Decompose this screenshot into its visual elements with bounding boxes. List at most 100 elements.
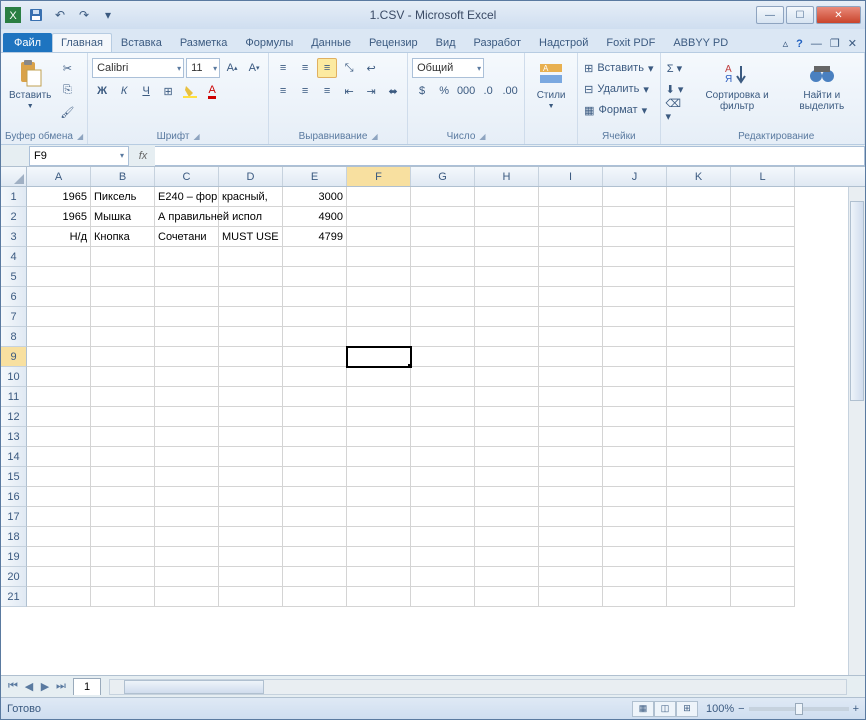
cell[interactable]	[27, 427, 91, 447]
cell[interactable]	[219, 567, 283, 587]
cell[interactable]	[731, 267, 795, 287]
cell[interactable]	[219, 267, 283, 287]
cell[interactable]	[667, 547, 731, 567]
cell[interactable]	[475, 467, 539, 487]
cell[interactable]	[155, 547, 219, 567]
cell[interactable]	[475, 407, 539, 427]
cell[interactable]	[27, 527, 91, 547]
cell[interactable]	[283, 347, 347, 367]
cell[interactable]	[411, 187, 475, 207]
tab-home[interactable]: Главная	[52, 33, 112, 52]
merge-button[interactable]: ⬌	[383, 81, 403, 101]
minimize-ribbon-button[interactable]: ▵	[781, 35, 791, 52]
cell[interactable]	[603, 247, 667, 267]
dialog-launcher-icon[interactable]: ◢	[479, 132, 485, 141]
cell[interactable]	[91, 547, 155, 567]
cell[interactable]	[667, 267, 731, 287]
cell[interactable]	[667, 527, 731, 547]
cell[interactable]	[603, 447, 667, 467]
fill-button[interactable]: ⬇ ▾	[665, 79, 685, 99]
cell[interactable]	[91, 587, 155, 607]
cell[interactable]	[539, 187, 603, 207]
cell[interactable]	[539, 327, 603, 347]
cell[interactable]	[731, 227, 795, 247]
tab-view[interactable]: Вид	[427, 33, 465, 52]
cell[interactable]	[347, 207, 411, 227]
cell[interactable]	[475, 207, 539, 227]
cell[interactable]	[603, 287, 667, 307]
tab-abbyy[interactable]: ABBYY PD	[664, 33, 737, 52]
align-left-button[interactable]: ≡	[273, 81, 293, 101]
tab-addins[interactable]: Надстрой	[530, 33, 597, 52]
cell[interactable]	[731, 467, 795, 487]
cell[interactable]	[347, 287, 411, 307]
cell[interactable]	[475, 307, 539, 327]
cell[interactable]	[219, 407, 283, 427]
cell[interactable]	[603, 527, 667, 547]
cell[interactable]	[475, 507, 539, 527]
cell[interactable]	[347, 427, 411, 447]
orientation-button[interactable]: ⤡	[339, 58, 359, 78]
cell[interactable]	[731, 507, 795, 527]
cell[interactable]: 4900	[283, 207, 347, 227]
cell[interactable]	[155, 287, 219, 307]
cell[interactable]	[283, 487, 347, 507]
cell[interactable]: Мышка	[91, 207, 155, 227]
sheet-prev-button[interactable]: ◀	[21, 680, 37, 693]
column-header[interactable]: K	[667, 167, 731, 186]
cell[interactable]	[539, 267, 603, 287]
tab-layout[interactable]: Разметка	[171, 33, 237, 52]
sheet-tab[interactable]: 1	[73, 678, 101, 695]
cell[interactable]	[603, 547, 667, 567]
cell[interactable]	[475, 327, 539, 347]
cell[interactable]	[155, 367, 219, 387]
column-header[interactable]: C	[155, 167, 219, 186]
zoom-slider[interactable]	[749, 707, 849, 711]
zoom-in-button[interactable]: +	[853, 703, 859, 715]
cell[interactable]	[411, 587, 475, 607]
cell[interactable]	[475, 427, 539, 447]
cell[interactable]	[283, 307, 347, 327]
paste-button[interactable]: Вставить ▼	[5, 58, 55, 112]
cell[interactable]	[475, 487, 539, 507]
cell[interactable]	[603, 227, 667, 247]
maximize-button[interactable]: ☐	[786, 6, 814, 24]
cell[interactable]	[475, 187, 539, 207]
cell[interactable]: Пиксель	[91, 187, 155, 207]
tab-data[interactable]: Данные	[302, 33, 360, 52]
dialog-launcher-icon[interactable]: ◢	[77, 132, 83, 141]
cell[interactable]	[539, 307, 603, 327]
cell[interactable]	[91, 387, 155, 407]
cell[interactable]	[27, 267, 91, 287]
cell[interactable]	[347, 527, 411, 547]
sheet-last-button[interactable]: ⏭	[53, 680, 69, 693]
cell[interactable]: Н/д	[27, 227, 91, 247]
cell[interactable]	[27, 447, 91, 467]
column-header[interactable]: A	[27, 167, 91, 186]
cell[interactable]	[91, 287, 155, 307]
column-header[interactable]: E	[283, 167, 347, 186]
column-header[interactable]: D	[219, 167, 283, 186]
cell[interactable]	[155, 307, 219, 327]
cut-button[interactable]: ✂	[57, 58, 77, 78]
cell[interactable]	[155, 327, 219, 347]
wrap-text-button[interactable]: ↩	[361, 58, 381, 78]
cell[interactable]	[283, 467, 347, 487]
column-header[interactable]: G	[411, 167, 475, 186]
cell[interactable]	[731, 347, 795, 367]
cell[interactable]	[27, 327, 91, 347]
cell[interactable]	[283, 327, 347, 347]
cell[interactable]	[219, 427, 283, 447]
mdi-minimize-button[interactable]: —	[809, 36, 824, 52]
tab-foxit[interactable]: Foxit PDF	[597, 33, 664, 52]
cell[interactable]	[475, 387, 539, 407]
cell[interactable]	[731, 247, 795, 267]
borders-button[interactable]: ⊞	[158, 81, 178, 101]
undo-button[interactable]: ↶	[49, 4, 71, 26]
cell[interactable]	[155, 527, 219, 547]
view-layout-button[interactable]: ◫	[654, 701, 676, 717]
row-header[interactable]: 13	[1, 427, 27, 447]
cell[interactable]	[347, 407, 411, 427]
cell[interactable]	[347, 487, 411, 507]
number-format-combo[interactable]: Общий	[412, 58, 484, 78]
